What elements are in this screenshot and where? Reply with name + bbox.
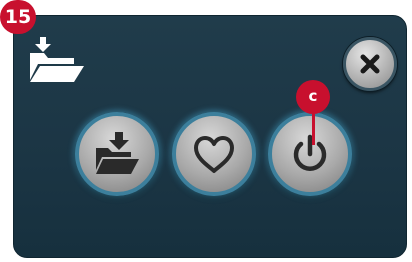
step-number-badge: 15 [0,0,36,34]
callout-pointer-line [312,113,315,145]
heart-icon [194,136,234,173]
close-button[interactable] [343,37,397,91]
callout-marker: c [296,80,330,114]
load-from-folder-button[interactable] [75,112,159,196]
folder-load-icon [96,132,139,174]
favorites-button[interactable] [172,112,256,196]
power-button[interactable] [268,112,352,196]
power-icon [293,134,327,171]
close-icon [360,54,380,74]
folder-load-icon [30,37,84,82]
